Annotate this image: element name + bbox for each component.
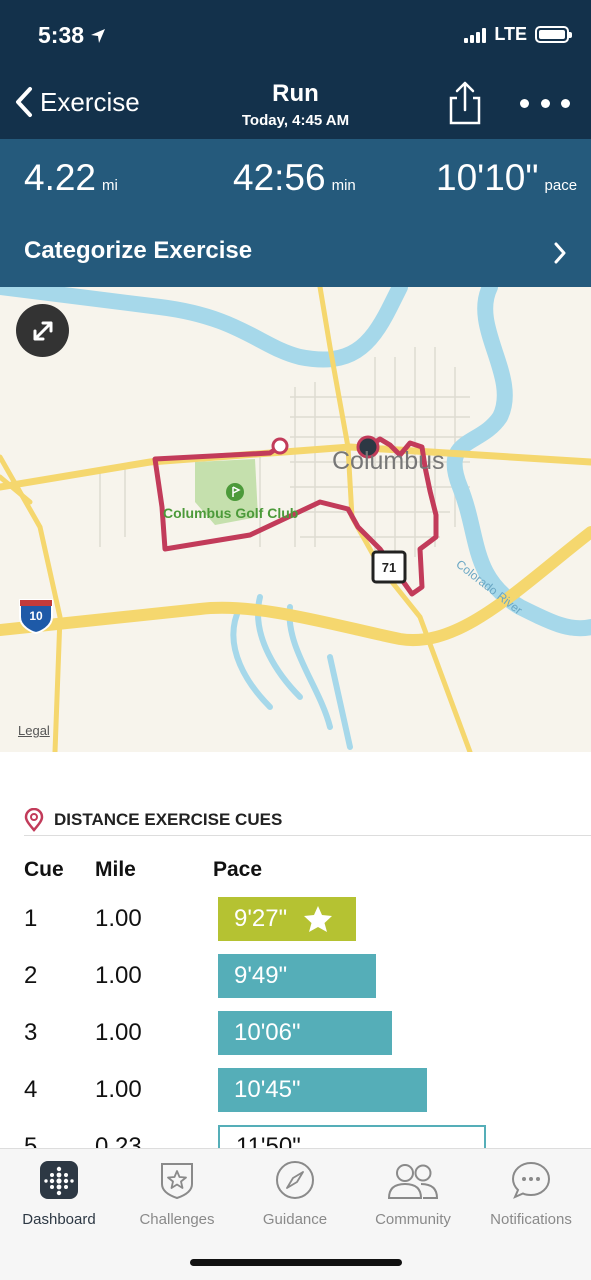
pace-bar: 10'06" <box>218 1011 392 1055</box>
distance-unit: mi <box>102 177 118 194</box>
more-options-button[interactable] <box>520 92 570 114</box>
more-dot-icon <box>520 98 529 108</box>
cue-number: 3 <box>24 1019 38 1046</box>
chevron-right-icon[interactable] <box>553 241 567 265</box>
duration-stat: 42:56 min <box>233 157 356 199</box>
cue-row: 1 1.00 9'27" <box>0 897 591 943</box>
challenges-star-icon <box>161 1163 193 1200</box>
duration-value: 42:56 <box>233 157 326 198</box>
signal-icon <box>464 27 487 43</box>
cue-row: 2 1.00 9'49" <box>0 954 591 1000</box>
header: 5:38 LTE Exercise Run Today, 4:45 AM <box>0 0 591 139</box>
expand-map-button[interactable] <box>16 304 69 357</box>
pace-unit: pace <box>544 177 578 194</box>
star-icon <box>304 906 333 932</box>
cue-row: 4 1.00 10'45" <box>0 1068 591 1114</box>
column-header-mile: Mile <box>95 858 136 881</box>
pace-stat: 10'10" pace <box>436 157 577 199</box>
cue-pace: 9'49" <box>234 962 288 989</box>
cue-pace: 10'06" <box>234 1019 301 1046</box>
tab-dashboard[interactable]: Dashboard <box>0 1157 118 1228</box>
map-legal-link[interactable]: Legal <box>18 723 50 738</box>
battery-icon <box>535 26 572 43</box>
people-icon <box>387 1164 439 1199</box>
compass-icon <box>276 1161 314 1199</box>
location-arrow-icon <box>91 28 106 43</box>
cue-pace: 10'45" <box>234 1076 301 1103</box>
cues-header-label: DISTANCE EXERCISE CUES <box>54 810 283 829</box>
more-dot-icon <box>540 98 550 108</box>
duration-unit: min <box>331 177 356 194</box>
back-label: Exercise <box>40 86 140 117</box>
cue-number: 5 <box>24 1133 38 1148</box>
network-label: LTE <box>494 24 527 44</box>
route-start-marker <box>271 437 289 455</box>
stats-panel: 4.22 mi 42:56 min 10'10" pace Categorize… <box>0 139 591 287</box>
cue-mile: 1.00 <box>95 962 142 989</box>
tab-guidance[interactable]: Guidance <box>236 1157 354 1228</box>
status-bar-time: 5:38 <box>38 22 106 49</box>
cues-header: DISTANCE EXERCISE CUES <box>24 808 282 832</box>
distance-stat: 4.22 mi <box>24 157 118 199</box>
map-golf-label: Columbus Golf Club <box>163 505 299 521</box>
cue-mile: 1.00 <box>95 905 142 932</box>
chevron-left-icon <box>16 87 32 117</box>
status-bar-right: LTE <box>464 24 572 45</box>
cue-pace: 9'27" <box>234 905 288 932</box>
map-city-label: Columbus <box>332 447 445 475</box>
cue-row: 5 0.23 11'50" <box>0 1125 591 1148</box>
cue-number: 2 <box>24 962 38 989</box>
pace-bar: 10'45" <box>218 1068 427 1112</box>
tab-community[interactable]: Community <box>354 1157 472 1228</box>
route-map[interactable]: 71 Columbus Columbus Golf Club Colorado … <box>0 287 591 752</box>
tab-label: Challenges <box>139 1211 215 1228</box>
back-button[interactable]: Exercise <box>14 86 140 118</box>
share-button[interactable] <box>445 80 485 126</box>
cue-pace: 11'50" <box>236 1133 301 1148</box>
cue-mile: 1.00 <box>95 1076 142 1103</box>
share-icon <box>449 81 481 125</box>
chat-bubble-icon <box>511 1161 551 1199</box>
expand-icon <box>33 321 52 340</box>
cue-number: 1 <box>24 905 38 932</box>
categorize-exercise-button[interactable]: Categorize Exercise <box>24 237 252 265</box>
cue-row: 3 1.00 10'06" <box>0 1011 591 1057</box>
home-indicator[interactable] <box>190 1259 402 1266</box>
tab-label: Notifications <box>490 1211 572 1228</box>
dashboard-icon <box>40 1161 78 1199</box>
svg-text:71: 71 <box>382 560 396 575</box>
cue-mile: 1.00 <box>95 1019 142 1046</box>
map-highway-shield-number: 10 <box>29 609 43 623</box>
tab-label: Dashboard <box>22 1211 96 1228</box>
column-header-pace: Pace <box>213 858 263 881</box>
exercise-cues-section: DISTANCE EXERCISE CUES Cue Mile Pace 1 1… <box>0 752 591 1148</box>
column-header-cue: Cue <box>24 858 64 881</box>
tab-notifications[interactable]: Notifications <box>472 1157 590 1228</box>
pace-bar: 9'49" <box>218 954 376 998</box>
tab-label: Community <box>375 1211 451 1228</box>
divider <box>24 835 591 836</box>
pace-value: 10'10" <box>436 157 539 198</box>
more-dot-icon <box>561 98 570 108</box>
location-pin-icon <box>24 808 44 832</box>
cue-mile: 0.23 <box>95 1133 142 1148</box>
pace-bar: 11'50" <box>218 1125 486 1148</box>
cue-number: 4 <box>24 1076 38 1103</box>
pace-bar-best: 9'27" <box>218 897 356 941</box>
distance-value: 4.22 <box>24 157 97 198</box>
tab-challenges[interactable]: Challenges <box>118 1157 236 1228</box>
tab-label: Guidance <box>262 1211 328 1228</box>
